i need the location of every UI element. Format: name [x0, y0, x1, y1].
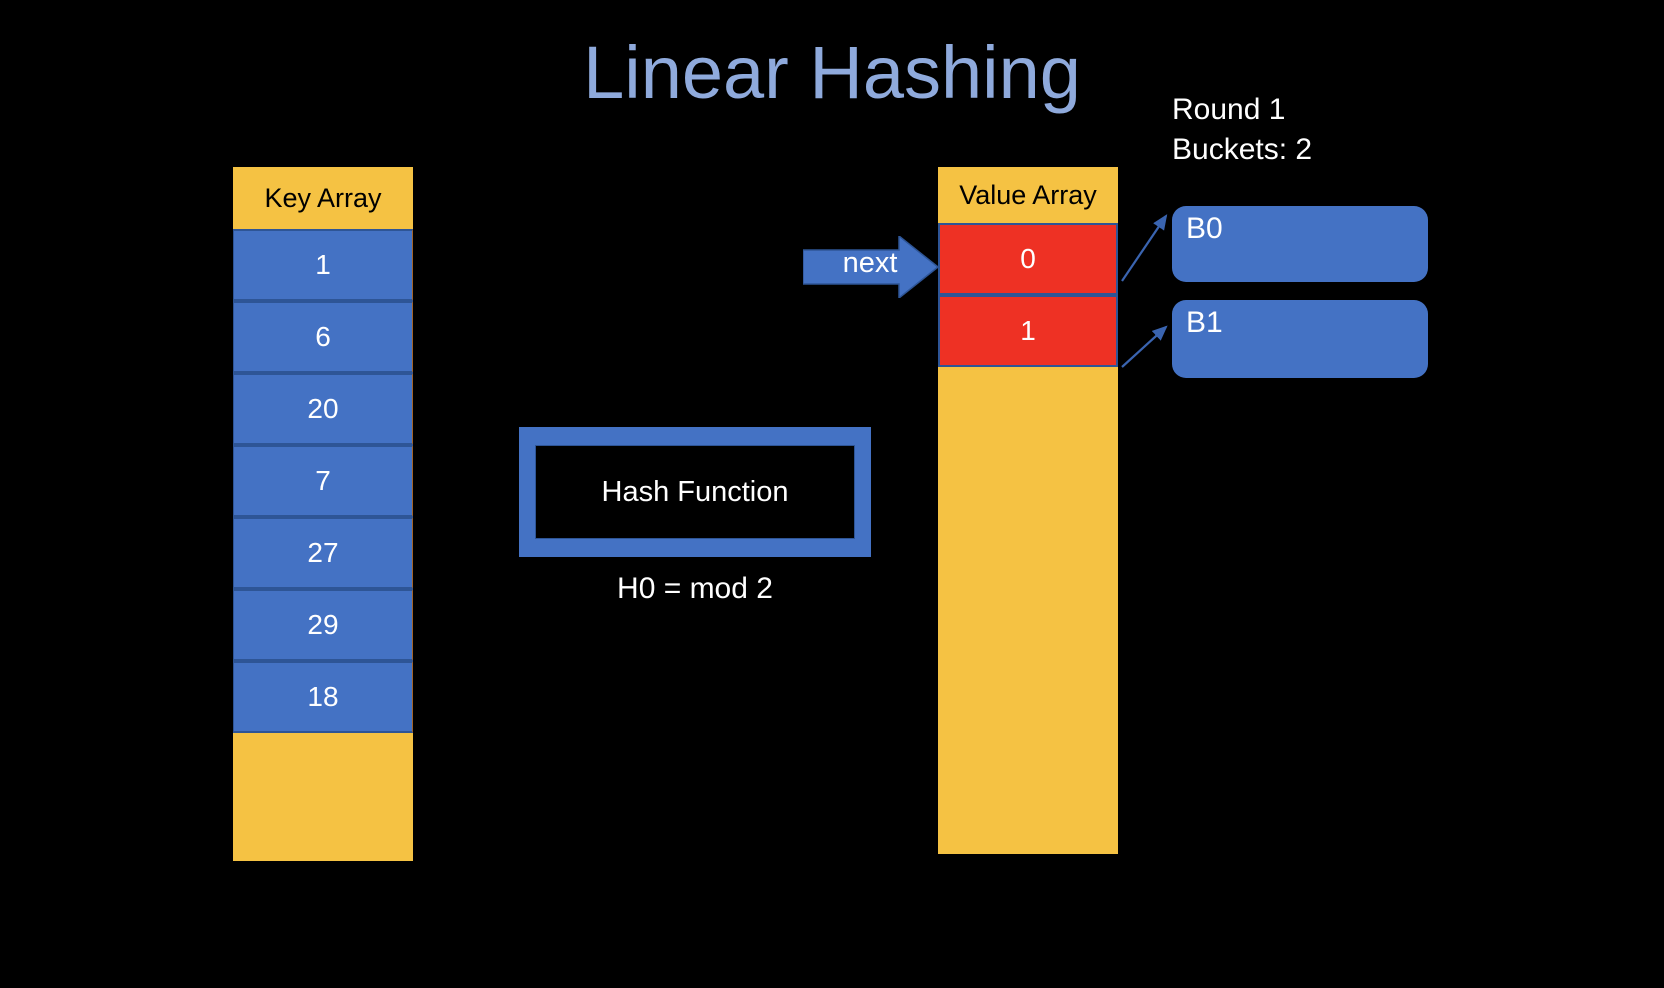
value-array-cell[interactable]: 1 [938, 295, 1118, 367]
next-pointer-label: next [842, 247, 898, 279]
key-array-cell[interactable]: 6 [233, 301, 413, 373]
key-array-cell[interactable]: 29 [233, 589, 413, 661]
hash-function-label: Hash Function [535, 445, 855, 539]
key-array-cell[interactable]: 1 [233, 229, 413, 301]
key-array-cell[interactable]: 20 [233, 373, 413, 445]
buckets-label: Buckets: 2 [1172, 132, 1313, 166]
key-array-cell[interactable]: 27 [233, 517, 413, 589]
value-array-cell[interactable]: 0 [938, 223, 1118, 295]
value-array-empty-slot [938, 367, 1118, 854]
key-array-cell[interactable]: 18 [233, 661, 413, 733]
value-array: Value Array 0 1 [938, 167, 1118, 854]
key-array-cell[interactable]: 7 [233, 445, 413, 517]
bucket-b0-label: B0 [1186, 212, 1223, 245]
page-title: Linear Hashing [583, 31, 1081, 114]
bucket-b0[interactable]: B0 [1172, 206, 1428, 282]
value-array-header: Value Array [938, 167, 1118, 223]
bucket-b1-label: B1 [1186, 306, 1223, 339]
key-array: Key Array 1 6 20 7 27 29 18 [233, 167, 413, 861]
hash-function-box: Hash Function [519, 427, 871, 557]
key-array-header: Key Array [233, 167, 413, 229]
bucket-b1[interactable]: B1 [1172, 300, 1428, 378]
round-label: Round 1 [1172, 93, 1286, 126]
round-info: Round 1 Buckets: 2 [1172, 90, 1312, 170]
connector-b1-arrow [1121, 325, 1168, 368]
connector-b0-arrow [1121, 214, 1168, 282]
key-array-empty-slot [233, 733, 413, 861]
linear-hashing-slide: Linear Hashing Key Array 1 6 20 7 27 29 … [0, 0, 1664, 988]
hash-function-formula: H0 = mod 2 [617, 572, 773, 605]
